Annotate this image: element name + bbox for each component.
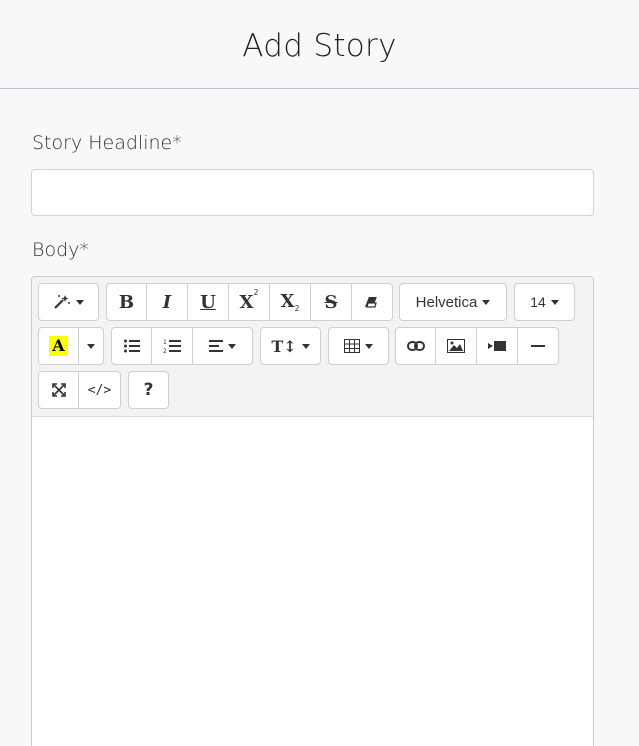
clear-format-button[interactable] (352, 283, 393, 321)
headline-input[interactable] (31, 169, 594, 216)
picture-icon (447, 339, 465, 353)
underline-icon: U (200, 291, 216, 313)
highlight-color-icon: A (49, 336, 68, 356)
help-button[interactable]: ? (128, 371, 169, 409)
font-family-dropdown[interactable]: Helvetica (399, 283, 507, 321)
body-label: Body* (32, 239, 89, 261)
chevron-down-icon (301, 343, 310, 349)
horizontal-rule-button[interactable] (518, 327, 559, 365)
ordered-list-icon: 12 (163, 338, 181, 354)
chevron-down-icon (87, 343, 95, 349)
bold-button[interactable]: B (106, 283, 147, 321)
help-icon: ? (143, 380, 154, 400)
strikethrough-button[interactable]: S (311, 283, 352, 321)
svg-text:2: 2 (163, 348, 167, 354)
font-size-dropdown[interactable]: 14 (514, 283, 575, 321)
eraser-icon (365, 296, 379, 308)
line-height-dropdown[interactable]: T↕ (260, 327, 321, 365)
ordered-list-button[interactable]: 12 (152, 327, 193, 365)
editor-toolbar: B I U X2 X2 S Helvetica 14 A 1 2 T↕ </> … (32, 277, 593, 417)
chevron-down-icon (365, 343, 373, 349)
chevron-down-icon (228, 343, 236, 349)
video-button[interactable] (477, 327, 518, 365)
highlight-color-button[interactable]: A (38, 327, 79, 365)
subscript-button[interactable]: X2 (270, 283, 311, 321)
style-dropdown-button[interactable] (38, 283, 99, 321)
unordered-list-button[interactable] (111, 327, 152, 365)
italic-button[interactable]: I (147, 283, 188, 321)
text-height-icon: T↕ (271, 336, 297, 356)
code-view-button[interactable]: </> (79, 371, 121, 409)
fullscreen-button[interactable] (38, 371, 79, 409)
editor-content-area[interactable] (32, 417, 593, 746)
horizontal-rule-icon (531, 344, 545, 348)
chevron-down-icon (76, 299, 84, 305)
italic-icon: I (162, 291, 172, 313)
table-dropdown[interactable] (328, 327, 389, 365)
rich-text-editor: B I U X2 X2 S Helvetica 14 A 1 2 T↕ </> … (31, 276, 594, 746)
video-icon (488, 340, 506, 352)
magic-wand-icon (53, 294, 71, 310)
code-view-icon: </> (87, 382, 112, 398)
paragraph-align-dropdown[interactable] (193, 327, 253, 365)
superscript-button[interactable]: X2 (229, 283, 270, 321)
fullscreen-icon (51, 383, 66, 397)
underline-button[interactable]: U (188, 283, 229, 321)
table-icon (344, 339, 360, 353)
chevron-down-icon (550, 299, 559, 305)
svg-text:1: 1 (163, 339, 167, 346)
font-family-value: Helvetica (415, 293, 478, 311)
chevron-down-icon (482, 299, 491, 305)
align-left-icon (209, 340, 223, 352)
link-icon (406, 341, 425, 351)
unordered-list-icon (123, 339, 140, 353)
strikethrough-icon: S (324, 291, 338, 313)
bold-icon: B (118, 291, 135, 313)
link-button[interactable] (395, 327, 436, 365)
page-title: Add Story (242, 28, 397, 64)
picture-button[interactable] (436, 327, 477, 365)
subscript-icon: X2 (280, 290, 300, 314)
page-header: Add Story (0, 0, 639, 89)
color-dropdown-button[interactable] (79, 327, 104, 365)
headline-label: Story Headline* (32, 132, 182, 154)
font-size-value: 14 (530, 294, 546, 310)
superscript-icon: X2 (239, 288, 259, 313)
